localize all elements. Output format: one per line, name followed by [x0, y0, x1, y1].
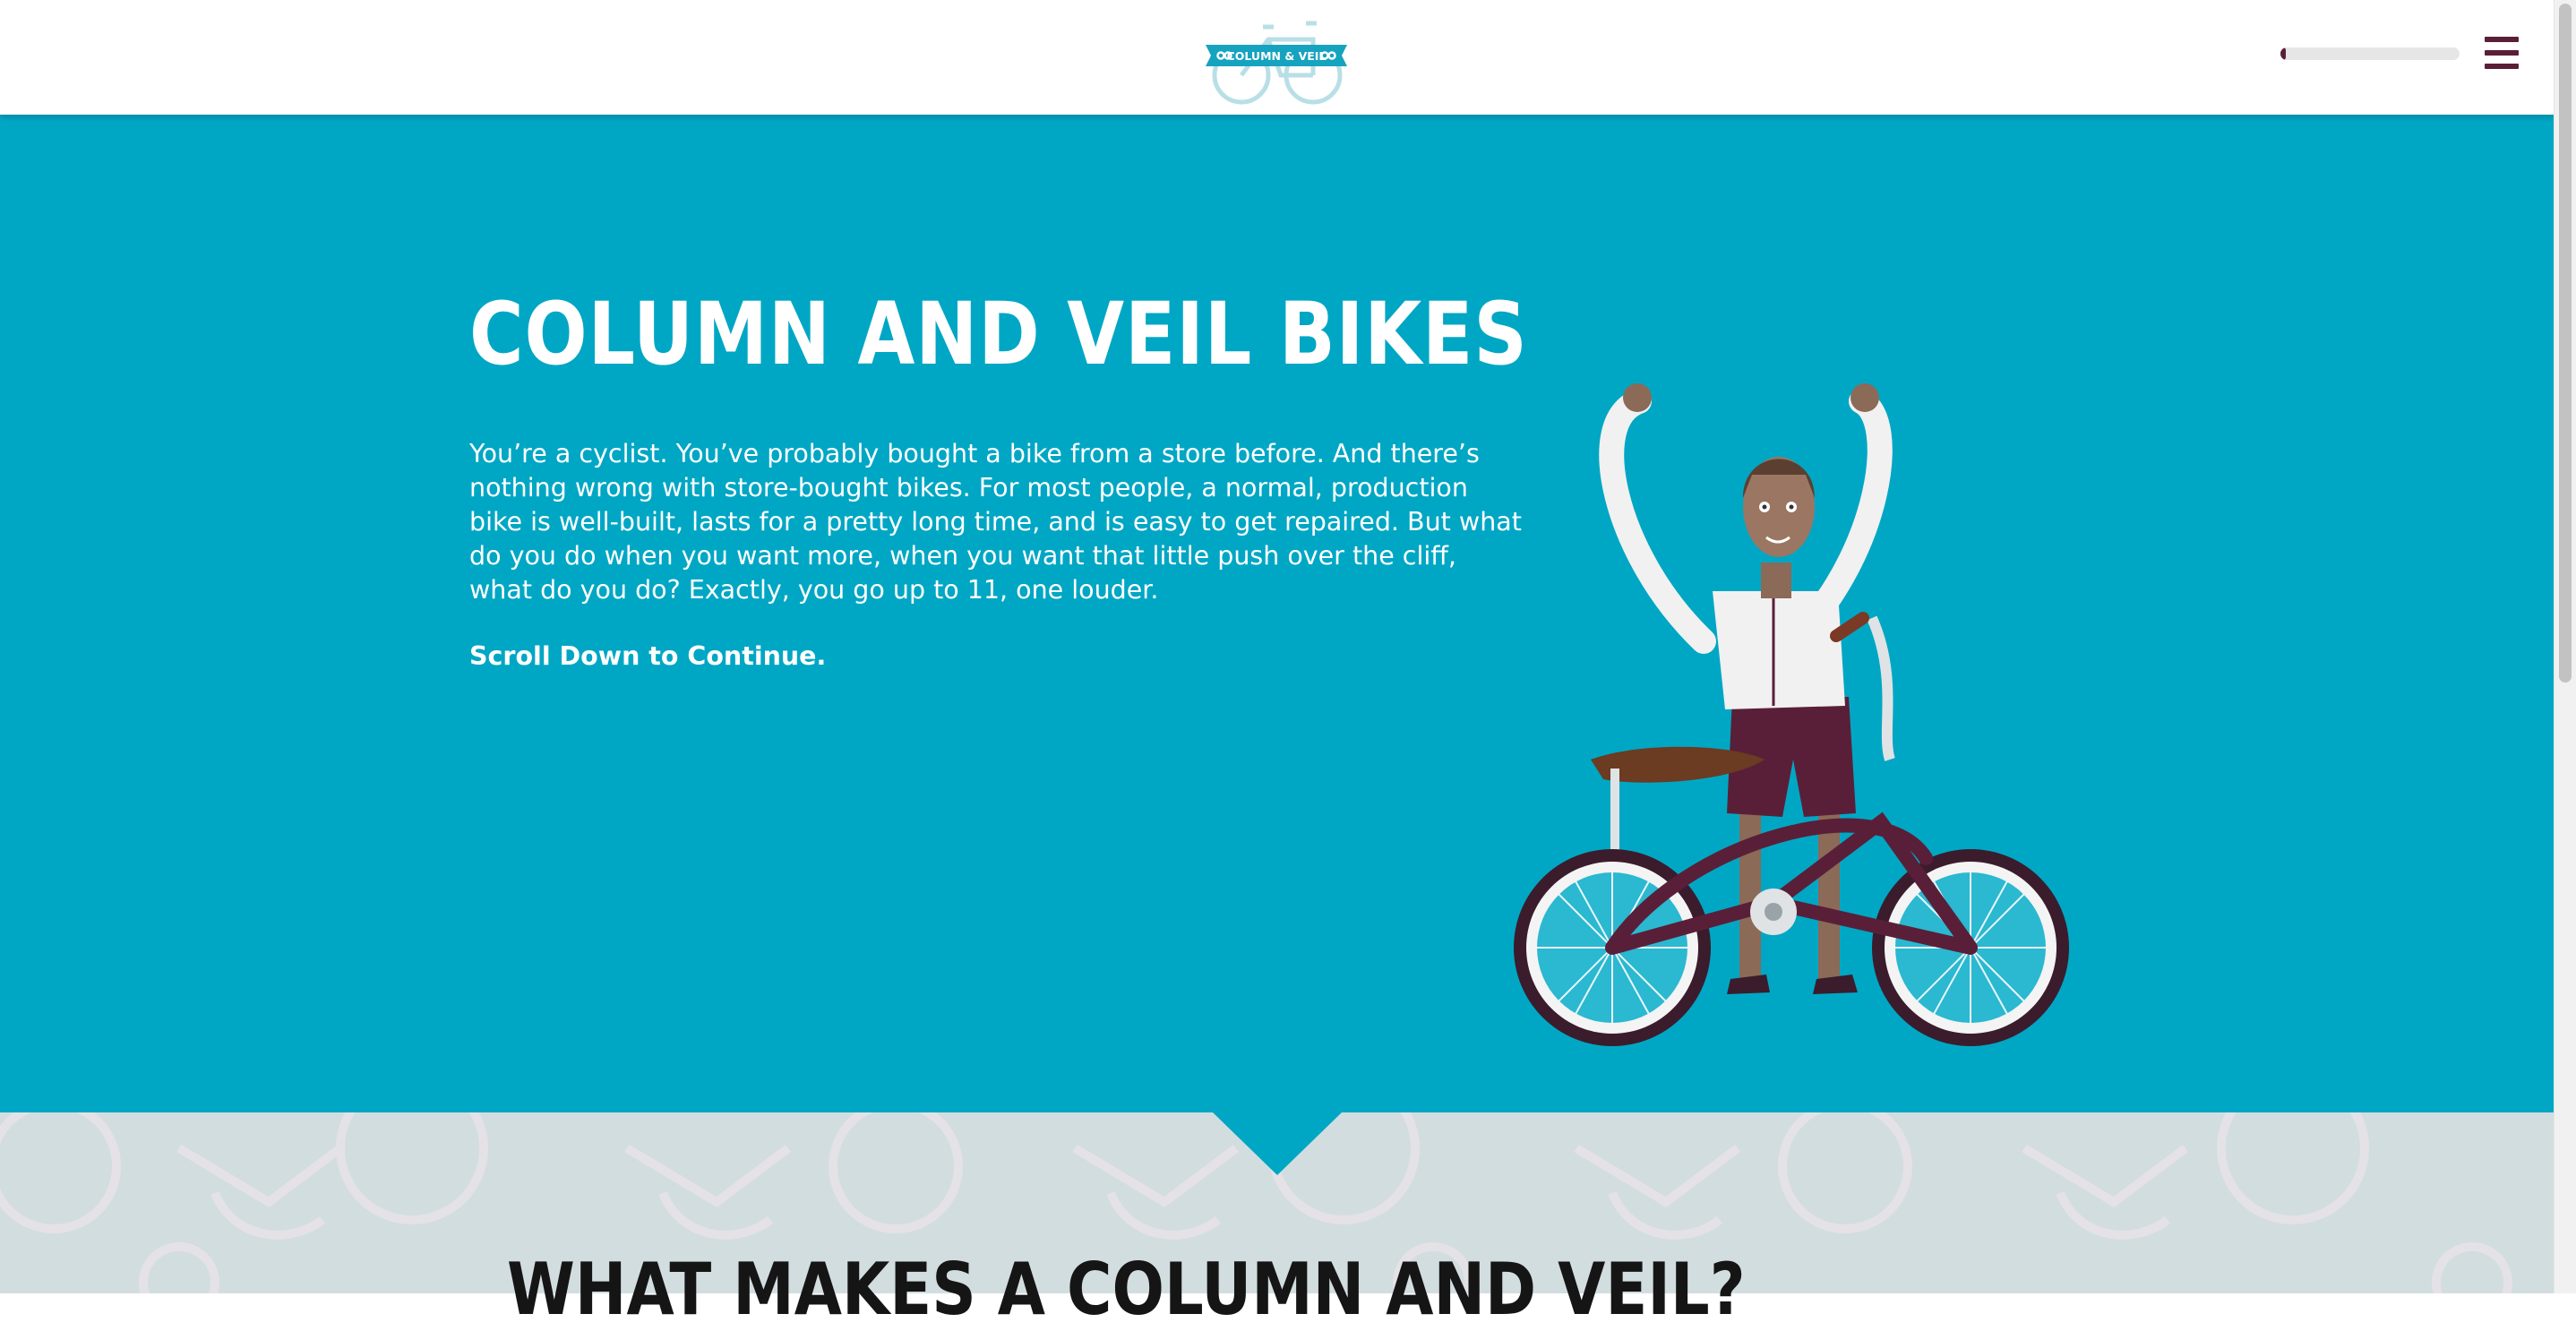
scroll-prompt: Scroll Down to Continue. [469, 641, 827, 671]
hero-description: You’re a cyclist. You’ve probably bought… [469, 439, 1522, 605]
section-divider-arrow [1213, 1112, 1342, 1175]
reading-progress-bar [2280, 47, 2460, 60]
hamburger-icon[interactable] [2485, 37, 2519, 69]
hero-title: COLUMN AND VEIL BIKES [469, 284, 1528, 384]
cyclist-with-bike-illustration [1514, 383, 2069, 1046]
hero-section: COLUMN AND VEIL BIKES You’re a cyclist. … [0, 115, 2554, 1112]
page-scrollbar[interactable] [2554, 0, 2576, 1293]
scrollbar-thumb[interactable] [2559, 4, 2572, 683]
column-and-veil-logo[interactable]: COLUMN & VEIL [1198, 0, 1354, 113]
site-header: COLUMN & VEIL [0, 0, 2554, 115]
section-title: WHAT MAKES A COLUMN AND VEIL? [507, 1248, 1746, 1331]
reading-progress-fill [2280, 47, 2286, 60]
svg-text:COLUMN & VEIL: COLUMN & VEIL [1227, 49, 1327, 63]
